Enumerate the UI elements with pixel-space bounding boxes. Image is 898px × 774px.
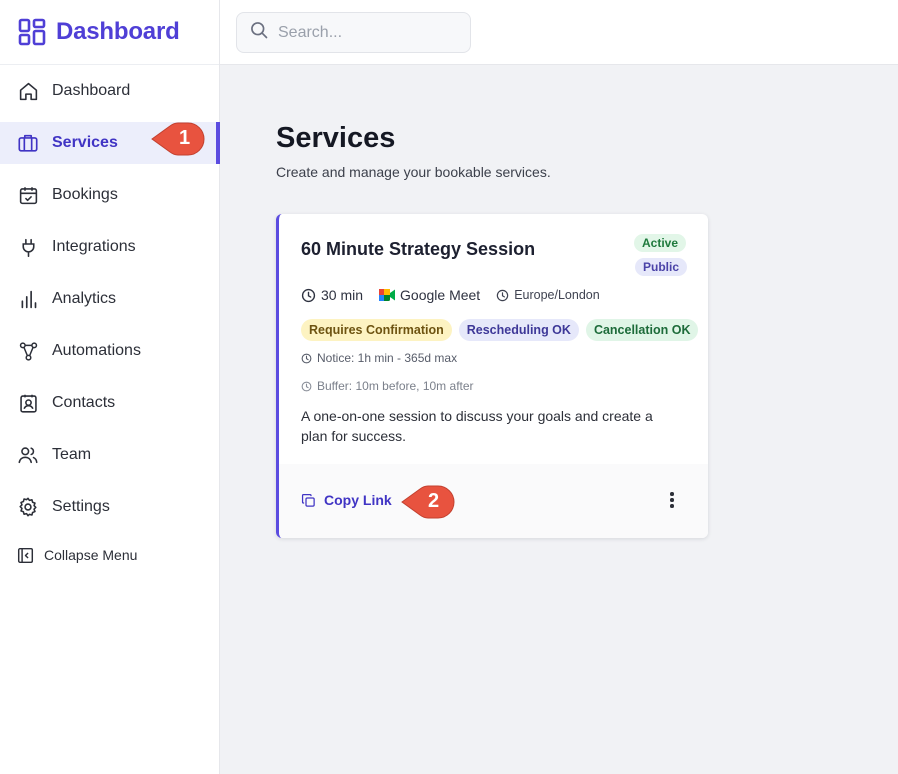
sidebar-item-label: Bookings [52,186,118,203]
sidebar-item-label: Services [52,134,118,151]
sidebar-item-label: Team [52,446,92,463]
timezone: Europe/London [496,288,600,302]
google-meet-icon [379,288,396,302]
users-icon [17,444,39,466]
notice-info: Notice: 1h min - 365d max [301,351,457,365]
policy-pill: Rescheduling OK [458,319,579,341]
collapse-sidebar-icon [17,546,35,564]
sidebar-item-label: Contacts [52,394,116,411]
buffer-text: Buffer: 10m before, 10m after [317,379,474,393]
callout-marker-2: 2 [398,481,460,523]
sidebar-item-label: Integrations [52,238,136,255]
sidebar-item-label: Automations [52,342,141,359]
clock-icon [301,288,316,303]
search-box[interactable] [236,12,471,53]
copy-icon [301,493,316,508]
topbar [220,0,898,65]
sidebar-item-bookings[interactable]: Bookings [0,169,219,221]
sidebar-item-dashboard[interactable]: Dashboard [0,65,219,117]
sidebar-item-integrations[interactable]: Integrations [0,221,219,273]
collapse-menu-button[interactable]: Collapse Menu [0,533,219,577]
timezone-text: Europe/London [514,288,600,302]
status-badge-public: Public [635,258,688,276]
gear-icon [17,496,39,518]
page-title: Services [276,122,396,154]
search-icon [249,20,269,45]
sidebar-item-label: Analytics [52,290,117,307]
brand-title: Dashboard [56,18,180,45]
page-subtitle: Create and manage your bookable services… [276,164,551,180]
search-input[interactable] [278,23,458,42]
notice-text: Notice: 1h min - 365d max [317,351,458,365]
status-badge-active: Active [634,234,687,252]
grid-logo-icon [18,18,46,46]
policy-pill: Cancellation OK [585,319,699,341]
copy-link-label: Copy Link [324,492,392,508]
sidebar-item-label: Dashboard [52,82,131,99]
service-title: 60 Minute Strategy Session [301,239,536,259]
location-text: Google Meet [400,287,481,303]
brand[interactable]: Dashboard [0,0,219,65]
policy-pill: Requires Confirmation [301,319,452,341]
callout-number: 2 [428,490,440,512]
sidebar-item-analytics[interactable]: Analytics [0,273,219,325]
sidebar-item-label: Settings [52,498,110,515]
duration-text: 30 min [321,287,364,303]
bar-chart-icon [17,288,39,310]
workflow-icon [17,340,39,362]
buffer-info: Buffer: 10m before, 10m after [301,379,474,393]
plug-icon [17,236,39,258]
copy-link-button[interactable]: Copy Link [301,492,392,508]
sidebar: Dashboard Dashboard Services Bookings In… [0,0,220,774]
more-options-icon[interactable] [665,489,679,511]
sidebar-item-contacts[interactable]: Contacts [0,377,219,429]
main-content: Services Create and manage your bookable… [220,65,898,774]
clock-icon [301,353,312,364]
service-card[interactable]: 60 Minute Strategy Session Active Public… [276,214,708,538]
home-icon [17,80,39,102]
callout-number: 1 [179,127,191,149]
contact-card-icon [17,392,39,414]
calendar-check-icon [17,184,39,206]
duration: 30 min [301,287,363,303]
sidebar-item-automations[interactable]: Automations [0,325,219,377]
clock-icon [496,289,509,302]
service-meta: 30 min Google Meet Europe/London [301,287,616,303]
briefcase-icon [17,132,39,154]
sidebar-item-settings[interactable]: Settings [0,481,219,533]
location: Google Meet [379,287,480,303]
card-footer: Copy Link [279,464,708,538]
service-description: A one-on-one session to discuss your goa… [301,408,653,444]
clock-icon [301,381,312,392]
service-policies: Requires Confirmation Rescheduling OK Ca… [301,319,705,341]
sidebar-item-team[interactable]: Team [0,429,219,481]
collapse-menu-label: Collapse Menu [44,547,138,563]
callout-marker-1: 1 [148,118,210,160]
